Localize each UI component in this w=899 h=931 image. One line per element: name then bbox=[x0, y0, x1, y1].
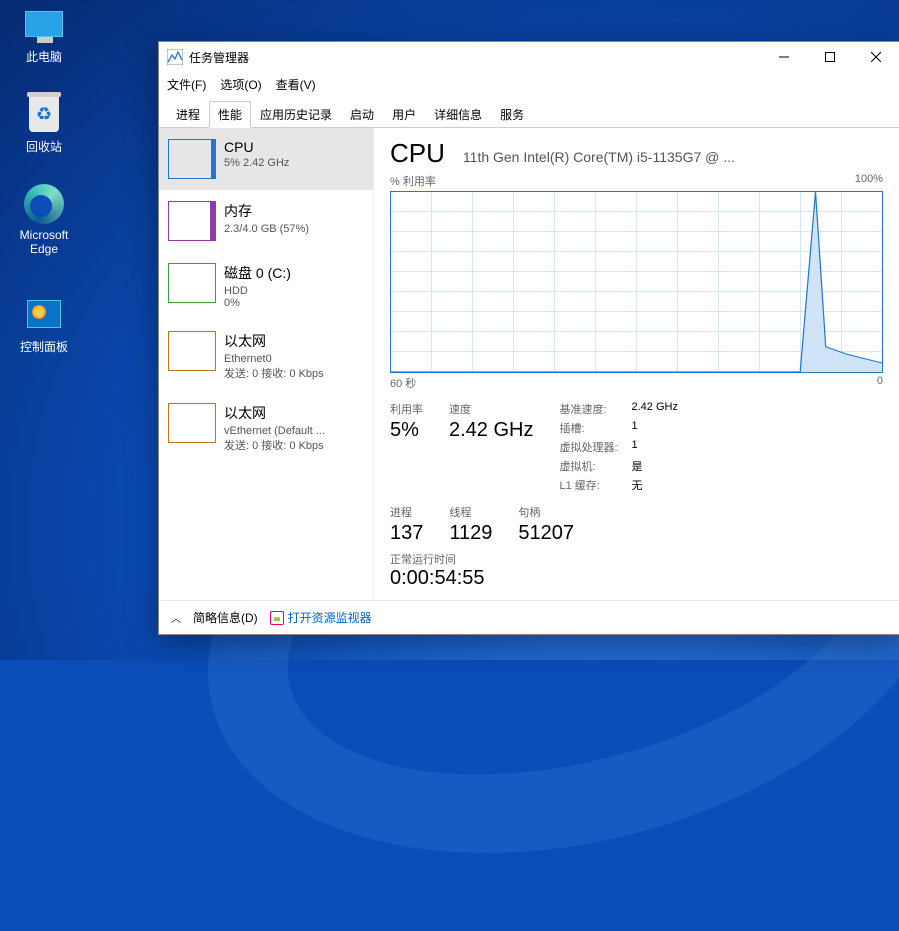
sidebar-sub: 2.3/4.0 GB (57%) bbox=[224, 223, 309, 235]
stat-label: 句柄 bbox=[518, 504, 574, 520]
graph-label-tr: 100% bbox=[855, 173, 883, 189]
desktop-icon-control-panel[interactable]: 控制面板 bbox=[8, 294, 80, 355]
stat-label: 进程 bbox=[390, 504, 423, 520]
kv-value: 1 bbox=[631, 420, 637, 436]
sidebar-item-disk[interactable]: 磁盘 0 (C:) HDD0% bbox=[159, 252, 373, 320]
stat-label: 速度 bbox=[449, 401, 533, 417]
maximize-button[interactable] bbox=[807, 42, 853, 72]
tab-details[interactable]: 详细信息 bbox=[425, 101, 491, 128]
task-manager-window: 任务管理器 文件(F) 选项(O) 查看(V) 进程 性能 应用历史记录 启动 … bbox=[158, 41, 899, 635]
open-resource-monitor-link[interactable]: 打开资源监视器 bbox=[270, 609, 372, 626]
handles-value: 51207 bbox=[518, 522, 574, 545]
kv-key: 虚拟处理器: bbox=[559, 439, 623, 455]
icon-label: Microsoft bbox=[8, 228, 80, 242]
sidebar-sub: Ethernet0 bbox=[224, 353, 324, 365]
graph-label-br: 0 bbox=[877, 375, 883, 391]
tab-startup[interactable]: 启动 bbox=[341, 101, 383, 128]
minimize-button[interactable] bbox=[761, 42, 807, 72]
graph-label-bl: 60 秒 bbox=[390, 375, 416, 391]
cpu-utilization-graph[interactable] bbox=[390, 191, 883, 373]
utilization-value: 5% bbox=[390, 419, 423, 442]
window-title: 任务管理器 bbox=[189, 49, 761, 66]
kv-key: 插槽: bbox=[559, 420, 623, 436]
stat-label: 线程 bbox=[449, 504, 492, 520]
link-label: 打开资源监视器 bbox=[288, 609, 372, 626]
ethernet-thumb bbox=[168, 331, 216, 371]
kv-value: 1 bbox=[631, 439, 637, 455]
menu-view[interactable]: 查看(V) bbox=[276, 74, 316, 95]
close-button[interactable] bbox=[853, 42, 899, 72]
kv-value: 2.42 GHz bbox=[631, 401, 677, 417]
sidebar-label: 内存 bbox=[224, 201, 309, 221]
sidebar-item-ethernet-0[interactable]: 以太网 Ethernet0发送: 0 接收: 0 Kbps bbox=[159, 320, 373, 392]
edge-icon bbox=[24, 184, 64, 224]
sidebar-sub: HDD bbox=[224, 285, 291, 297]
fewer-details-link[interactable]: 简略信息(D) bbox=[193, 609, 258, 626]
resource-monitor-icon bbox=[270, 611, 284, 625]
kv-key: 虚拟机: bbox=[559, 458, 623, 474]
control-panel-icon bbox=[27, 300, 61, 328]
sidebar-sub: vEthernet (Default ... bbox=[224, 425, 325, 437]
sidebar-sub: 发送: 0 接收: 0 Kbps bbox=[224, 365, 324, 381]
bin-icon: ♻ bbox=[29, 96, 59, 132]
cpu-details-table: 基准速度: 2.42 GHz 插槽: 1 虚拟处理器: 1 虚拟机: 是 L1 缓存: 无 bbox=[559, 401, 677, 496]
chevron-up-icon[interactable]: ︿ bbox=[171, 610, 181, 625]
footer: ︿ 简略信息(D) 打开资源监视器 bbox=[159, 600, 899, 634]
sidebar-item-cpu[interactable]: CPU 5% 2.42 GHz bbox=[159, 128, 373, 190]
menubar: 文件(F) 选项(O) 查看(V) bbox=[159, 72, 899, 97]
titlebar[interactable]: 任务管理器 bbox=[159, 42, 899, 72]
sidebar-item-memory[interactable]: 内存 2.3/4.0 GB (57%) bbox=[159, 190, 373, 252]
monitor-icon bbox=[25, 11, 63, 37]
task-manager-icon bbox=[167, 49, 183, 65]
sidebar-sub: 发送: 0 接收: 0 Kbps bbox=[224, 437, 325, 453]
ethernet-thumb bbox=[168, 403, 216, 443]
tab-services[interactable]: 服务 bbox=[491, 101, 533, 128]
kv-value: 是 bbox=[631, 458, 642, 474]
uptime-label: 正常运行时间 bbox=[390, 551, 883, 567]
desktop-icon-this-pc[interactable]: 此电脑 bbox=[8, 4, 80, 65]
tab-app-history[interactable]: 应用历史记录 bbox=[251, 101, 341, 128]
processes-value: 137 bbox=[390, 522, 423, 545]
stat-label: 利用率 bbox=[390, 401, 423, 417]
menu-file[interactable]: 文件(F) bbox=[167, 74, 206, 95]
sidebar-label: 以太网 bbox=[224, 403, 325, 423]
threads-value: 1129 bbox=[449, 522, 492, 545]
main-panel: CPU 11th Gen Intel(R) Core(TM) i5-1135G7… bbox=[374, 128, 899, 600]
kv-value: 无 bbox=[631, 477, 642, 493]
kv-key: 基准速度: bbox=[559, 401, 623, 417]
speed-value: 2.42 GHz bbox=[449, 419, 533, 442]
memory-thumb bbox=[168, 201, 216, 241]
icon-label: 控制面板 bbox=[8, 338, 80, 355]
cpu-model: 11th Gen Intel(R) Core(TM) i5-1135G7 @ .… bbox=[463, 149, 883, 165]
icon-label: 回收站 bbox=[8, 138, 80, 155]
tab-performance[interactable]: 性能 bbox=[209, 101, 251, 128]
main-title: CPU bbox=[390, 138, 445, 169]
kv-key: L1 缓存: bbox=[559, 477, 623, 493]
sidebar-label: 磁盘 0 (C:) bbox=[224, 263, 291, 283]
icon-label: 此电脑 bbox=[8, 48, 80, 65]
sidebar-sub: 5% 2.42 GHz bbox=[224, 157, 289, 169]
icon-label: Edge bbox=[8, 242, 80, 256]
desktop-icon-recycle-bin[interactable]: ♻ 回收站 bbox=[8, 94, 80, 155]
graph-label-tl: % 利用率 bbox=[390, 173, 436, 189]
uptime-value: 0:00:54:55 bbox=[390, 567, 883, 590]
sidebar-label: CPU bbox=[224, 139, 289, 155]
menu-options[interactable]: 选项(O) bbox=[220, 74, 261, 95]
disk-thumb bbox=[168, 263, 216, 303]
tab-users[interactable]: 用户 bbox=[383, 101, 425, 128]
tab-bar: 进程 性能 应用历史记录 启动 用户 详细信息 服务 bbox=[159, 97, 899, 128]
sidebar-sub: 0% bbox=[224, 297, 291, 309]
sidebar-item-ethernet-1[interactable]: 以太网 vEthernet (Default ...发送: 0 接收: 0 Kbp… bbox=[159, 392, 373, 464]
desktop-icon-edge[interactable]: Microsoft Edge bbox=[8, 184, 80, 256]
sidebar: CPU 5% 2.42 GHz 内存 2.3/4.0 GB (57%) 磁盘 0 (… bbox=[159, 128, 374, 600]
cpu-thumb bbox=[168, 139, 216, 179]
tab-processes[interactable]: 进程 bbox=[167, 101, 209, 128]
sidebar-label: 以太网 bbox=[224, 331, 324, 351]
